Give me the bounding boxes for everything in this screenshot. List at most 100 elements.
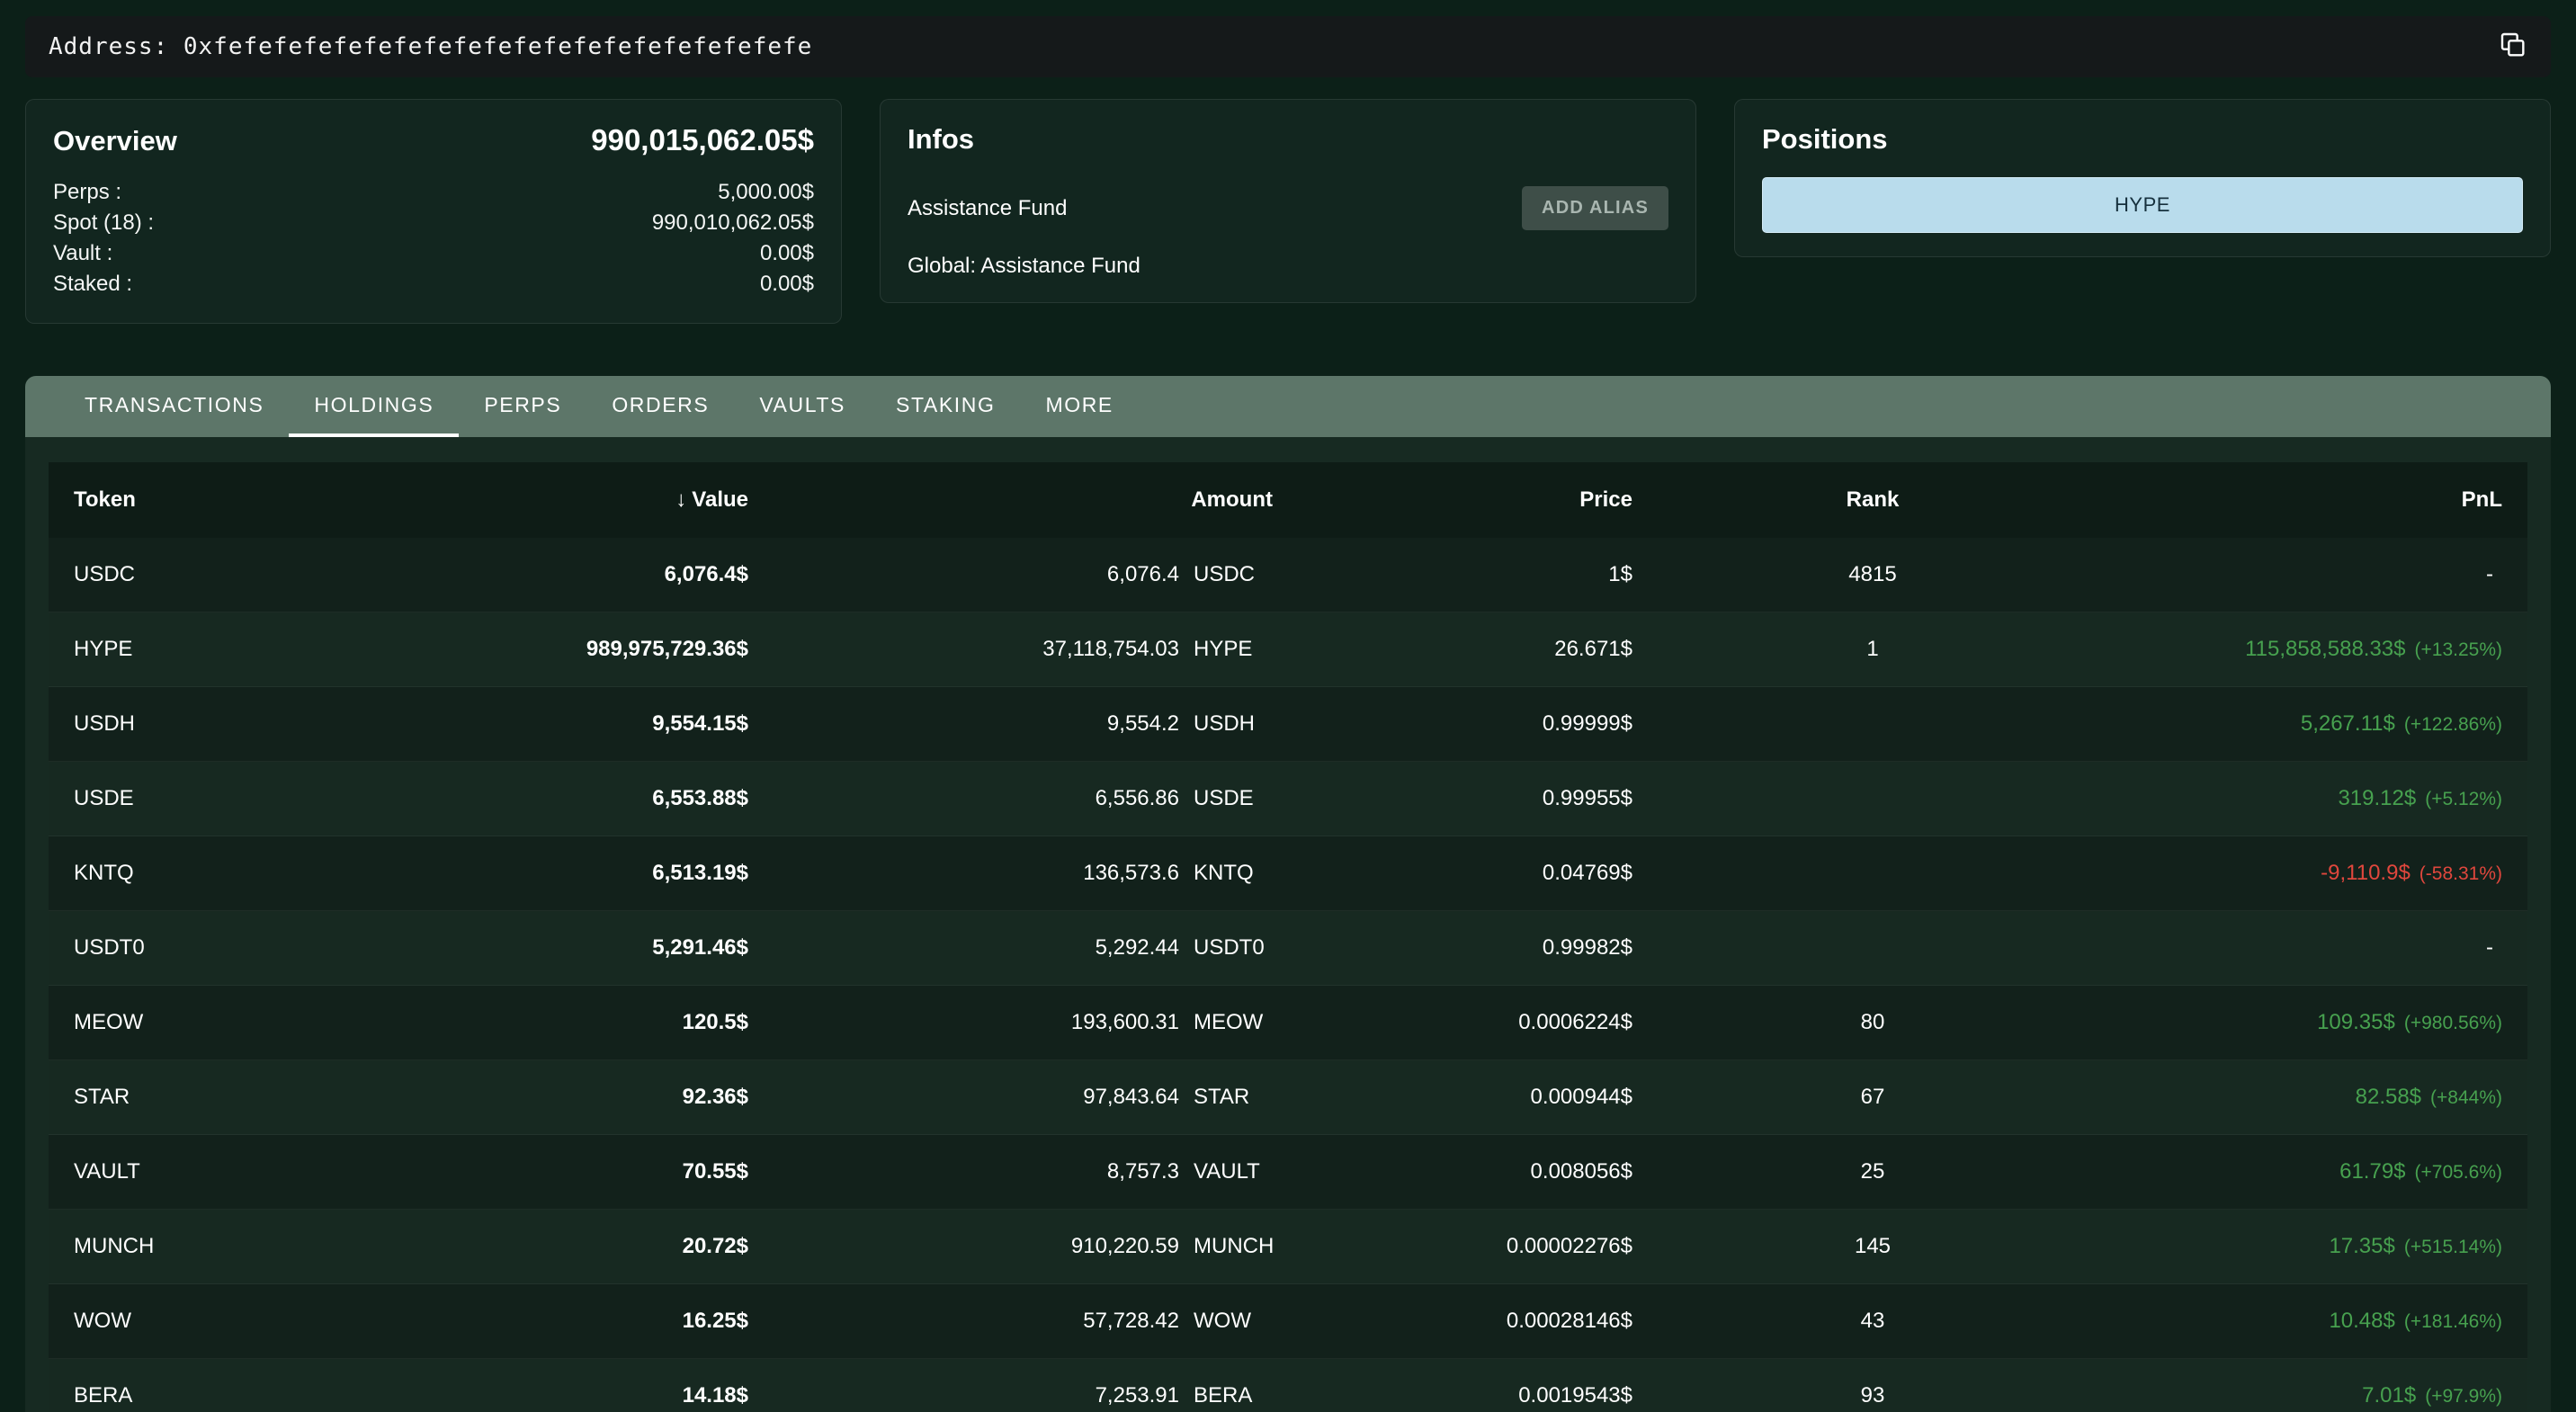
overview-row-value: 0.00$ xyxy=(760,238,814,269)
table-row[interactable]: MEOW 120.5$ 193,600.31 MEOW 0.0006224$ 8… xyxy=(49,986,2527,1060)
cell-amount: 6,076.4 USDC xyxy=(748,562,1273,587)
amount-symbol: USDE xyxy=(1194,786,1273,811)
positions-title: Positions xyxy=(1762,123,1888,155)
pnl-percent: (+13.25%) xyxy=(2415,639,2502,660)
cell-amount: 5,292.44 USDT0 xyxy=(748,935,1273,961)
overview-row-label: Spot (18) : xyxy=(53,208,154,238)
column-header-price[interactable]: Price xyxy=(1273,487,1632,513)
amount-symbol: MEOW xyxy=(1194,1010,1273,1035)
cell-price: 0.99982$ xyxy=(1273,935,1632,961)
wallet-address: Address: 0xfefefefefefefefefefefefefefef… xyxy=(49,33,812,60)
add-alias-button[interactable]: ADD ALIAS xyxy=(1522,186,1668,230)
cell-pnl: - xyxy=(2113,562,2527,587)
cell-amount: 37,118,754.03 HYPE xyxy=(748,637,1273,662)
cell-rank: 145 xyxy=(1632,1234,2113,1259)
cell-value: 70.55$ xyxy=(363,1159,748,1184)
cell-token: USDT0 xyxy=(49,935,363,961)
column-header-amount[interactable]: Amount xyxy=(748,487,1273,513)
tab[interactable]: PERPS xyxy=(459,376,586,437)
cell-token: USDC xyxy=(49,562,363,587)
tab[interactable]: STAKING xyxy=(871,376,1020,437)
main-panel: TRANSACTIONS HOLDINGS PERPS ORDERS VAULT… xyxy=(25,376,2551,1412)
amount-symbol: KNTQ xyxy=(1194,861,1273,886)
infos-title: Infos xyxy=(908,123,974,155)
cell-token: USDE xyxy=(49,786,363,811)
cell-token: STAR xyxy=(49,1085,363,1110)
pnl-value: 61.79$ xyxy=(2339,1159,2405,1184)
pnl-value: 10.48$ xyxy=(2329,1309,2394,1333)
amount-number: 5,292.44 xyxy=(1096,935,1179,961)
cell-amount: 9,554.2 USDH xyxy=(748,711,1273,737)
table-row[interactable]: VAULT 70.55$ 8,757.3 VAULT 0.008056$ 25 … xyxy=(49,1135,2527,1210)
cell-pnl: 17.35$(+515.14%) xyxy=(2113,1234,2527,1259)
overview-row-value: 5,000.00$ xyxy=(718,177,814,208)
table-row[interactable]: MUNCH 20.72$ 910,220.59 MUNCH 0.00002276… xyxy=(49,1210,2527,1284)
alias-name: Assistance Fund xyxy=(908,196,1067,221)
cell-price: 1$ xyxy=(1273,562,1632,587)
table-row[interactable]: USDC 6,076.4$ 6,076.4 USDC 1$ 4815 - xyxy=(49,538,2527,612)
cell-value: 16.25$ xyxy=(363,1309,748,1334)
table-row[interactable]: HYPE 989,975,729.36$ 37,118,754.03 HYPE … xyxy=(49,612,2527,687)
infos-card: Infos Assistance Fund ADD ALIAS Global: … xyxy=(880,99,1696,303)
cell-amount: 910,220.59 MUNCH xyxy=(748,1234,1273,1259)
cell-pnl: 82.58$(+844%) xyxy=(2113,1085,2527,1110)
table-row[interactable]: WOW 16.25$ 57,728.42 WOW 0.00028146$ 43 … xyxy=(49,1284,2527,1359)
overview-total-value: 990,015,062.05$ xyxy=(591,123,814,157)
copy-address-button[interactable] xyxy=(2499,31,2527,64)
pnl-percent: (+181.46%) xyxy=(2404,1311,2502,1332)
summary-cards: Overview 990,015,062.05$ Perps : 5,000.0… xyxy=(25,99,2551,324)
column-header-token[interactable]: Token xyxy=(49,487,363,513)
overview-row: Staked : 0.00$ xyxy=(53,269,814,299)
global-alias: Global: Assistance Fund xyxy=(908,254,1668,279)
cell-value: 9,554.15$ xyxy=(363,711,748,737)
table-row[interactable]: USDH 9,554.15$ 9,554.2 USDH 0.99999$ 5,2… xyxy=(49,687,2527,762)
cell-price: 0.99999$ xyxy=(1273,711,1632,737)
amount-number: 9,554.2 xyxy=(1107,711,1179,737)
sort-desc-icon: ↓ xyxy=(675,487,686,512)
pnl-value: - xyxy=(2486,562,2493,586)
pnl-percent: (+705.6%) xyxy=(2415,1162,2502,1183)
tab[interactable]: VAULTS xyxy=(734,376,871,437)
column-header-rank[interactable]: Rank xyxy=(1632,487,2113,513)
table-row[interactable]: USDT0 5,291.46$ 5,292.44 USDT0 0.99982$ … xyxy=(49,911,2527,986)
amount-number: 6,076.4 xyxy=(1107,562,1179,587)
overview-row: Vault : 0.00$ xyxy=(53,238,814,269)
cell-amount: 8,757.3 VAULT xyxy=(748,1159,1273,1184)
cell-token: HYPE xyxy=(49,637,363,662)
tab[interactable]: HOLDINGS xyxy=(289,376,459,437)
cell-rank: 1 xyxy=(1632,637,2113,662)
overview-title: Overview xyxy=(53,125,177,157)
tab[interactable]: TRANSACTIONS xyxy=(59,376,289,437)
amount-symbol: MUNCH xyxy=(1194,1234,1273,1259)
tab[interactable]: ORDERS xyxy=(586,376,734,437)
cell-token: USDH xyxy=(49,711,363,737)
amount-number: 57,728.42 xyxy=(1083,1309,1179,1334)
table-row[interactable]: BERA 14.18$ 7,253.91 BERA 0.0019543$ 93 … xyxy=(49,1359,2527,1412)
cell-value: 14.18$ xyxy=(363,1383,748,1408)
cell-price: 0.0006224$ xyxy=(1273,1010,1632,1035)
position-token-button[interactable]: HYPE xyxy=(1762,177,2523,233)
cell-rank: 93 xyxy=(1632,1383,2113,1408)
app-root: Address: 0xfefefefefefefefefefefefefefef… xyxy=(0,0,2576,1412)
tab-bar: TRANSACTIONS HOLDINGS PERPS ORDERS VAULT… xyxy=(25,376,2551,437)
positions-card: Positions HYPE xyxy=(1734,99,2551,257)
column-header-pnl[interactable]: PnL xyxy=(2113,487,2527,513)
overview-row-value: 0.00$ xyxy=(760,269,814,299)
amount-number: 136,573.6 xyxy=(1083,861,1179,886)
table-body: USDC 6,076.4$ 6,076.4 USDC 1$ 4815 - xyxy=(49,538,2527,1412)
table-row[interactable]: USDE 6,553.88$ 6,556.86 USDE 0.99955$ 31… xyxy=(49,762,2527,836)
table-row[interactable]: STAR 92.36$ 97,843.64 STAR 0.000944$ 67 … xyxy=(49,1060,2527,1135)
pnl-percent: (+5.12%) xyxy=(2425,789,2502,809)
cell-price: 0.00002276$ xyxy=(1273,1234,1632,1259)
column-header-value[interactable]: ↓Value xyxy=(363,487,748,513)
copy-icon xyxy=(2499,31,2527,64)
cell-pnl: 319.12$(+5.12%) xyxy=(2113,786,2527,811)
cell-value: 6,076.4$ xyxy=(363,562,748,587)
overview-row-label: Staked : xyxy=(53,269,132,299)
cell-pnl: 115,858,588.33$(+13.25%) xyxy=(2113,637,2527,662)
cell-amount: 7,253.91 BERA xyxy=(748,1383,1273,1408)
pnl-value: -9,110.9$ xyxy=(2321,861,2411,885)
pnl-percent: (+122.86%) xyxy=(2404,714,2502,735)
table-row[interactable]: KNTQ 6,513.19$ 136,573.6 KNTQ 0.04769$ -… xyxy=(49,836,2527,911)
tab[interactable]: MORE xyxy=(1020,376,1138,437)
